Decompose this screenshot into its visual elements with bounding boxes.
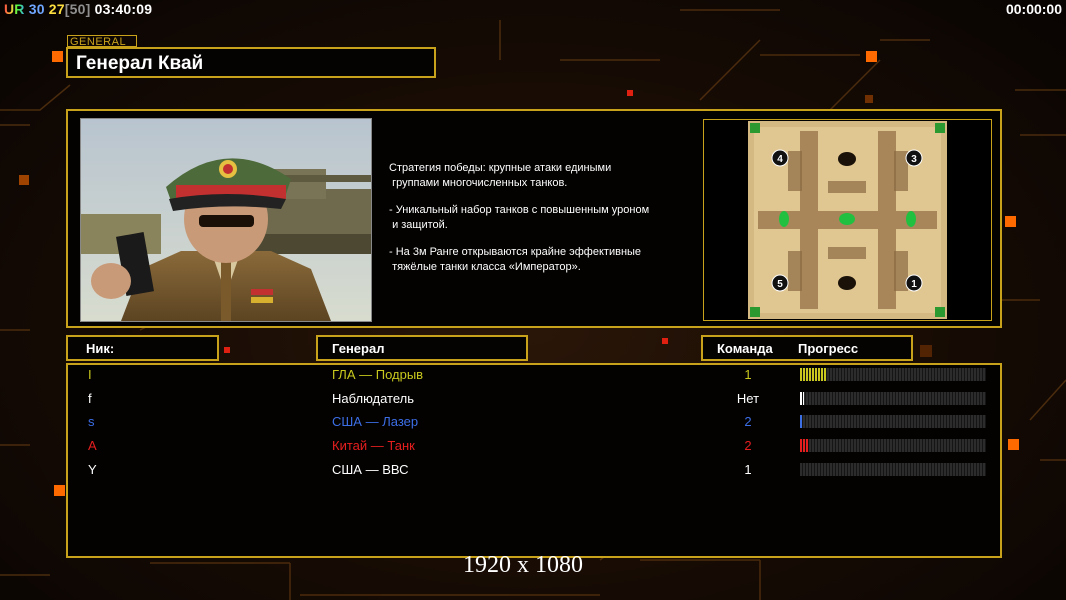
map-start-slot: 1 bbox=[905, 274, 923, 292]
column-header-nick-label: Ник: bbox=[86, 341, 115, 356]
column-header-general: Генерал bbox=[316, 335, 528, 361]
hud-fps-cap: [50] bbox=[64, 1, 91, 17]
map-slot-label: 5 bbox=[777, 279, 783, 290]
player-progress-fill bbox=[800, 368, 827, 381]
hud-ping: 30 bbox=[28, 1, 45, 17]
map-start-slot: 3 bbox=[905, 149, 923, 167]
strategy-line: - Уникальный набор танков с повышенным у… bbox=[389, 204, 650, 231]
map-start-slot: 4 bbox=[771, 149, 789, 167]
player-general: США — ВВС bbox=[332, 462, 409, 477]
player-nick: A bbox=[88, 438, 97, 453]
player-nick: I bbox=[88, 367, 92, 382]
map-slot-label: 3 bbox=[911, 154, 917, 165]
column-header-team-label: Команда bbox=[717, 341, 773, 356]
player-row: f Наблюдатель Нет bbox=[68, 389, 1004, 409]
resolution-watermark: 1920 x 1080 bbox=[463, 552, 583, 578]
player-general: Китай — Танк bbox=[332, 438, 415, 453]
hud-timer: 00:00:00 bbox=[1005, 1, 1062, 17]
player-row: Y США — ВВС 1 bbox=[68, 460, 1004, 480]
column-header-general-label: Генерал bbox=[332, 341, 385, 356]
general-title: Генерал Квай bbox=[76, 53, 204, 74]
player-progress-bar bbox=[800, 368, 986, 381]
player-row: I ГЛА — Подрыв 1 bbox=[68, 365, 1004, 385]
hud-clock: 03:40:09 bbox=[94, 1, 153, 17]
player-row: A Китай — Танк 2 bbox=[68, 436, 1004, 456]
map-preview: 4 3 5 1 bbox=[748, 121, 947, 319]
player-progress-bar bbox=[800, 392, 986, 405]
strategy-line: Стратегия победы: крупные атаки едиными … bbox=[389, 162, 612, 189]
strategy-description: Стратегия победы: крупные атаки едиными … bbox=[389, 161, 694, 287]
column-header-progress-label: Прогресс bbox=[798, 341, 859, 356]
hud-fps: 27 bbox=[48, 1, 65, 17]
player-nick: s bbox=[88, 414, 95, 429]
player-team: 2 bbox=[744, 438, 752, 453]
strategy-line: - На 3м Ранге открываются крайне эффекти… bbox=[389, 246, 642, 273]
map-slot-label: 4 bbox=[777, 154, 783, 165]
player-progress-fill bbox=[800, 392, 804, 405]
general-tag: GENERAL bbox=[67, 35, 137, 48]
map-preview-frame: 4 3 5 1 bbox=[703, 119, 992, 321]
player-row: s США — Лазер 2 bbox=[68, 412, 1004, 432]
players-panel: I ГЛА — Подрыв 1 f Наблюдатель Нет s США… bbox=[66, 363, 1002, 558]
hud-stats: UR 30 27[50] 03:40:09 bbox=[4, 1, 152, 17]
player-team: Нет bbox=[736, 391, 760, 406]
player-nick: Y bbox=[88, 462, 97, 477]
player-general: Наблюдатель bbox=[332, 391, 415, 406]
map-slot-label: 1 bbox=[911, 279, 917, 290]
general-title-box: Генерал Квай bbox=[66, 47, 436, 78]
hud-faction-code: UR bbox=[4, 1, 25, 17]
player-progress-bar bbox=[800, 439, 986, 452]
player-team: 1 bbox=[744, 367, 752, 382]
player-progress-fill bbox=[800, 439, 810, 452]
player-progress-bar bbox=[800, 415, 986, 428]
column-header-nick: Ник: bbox=[66, 335, 219, 361]
player-progress-fill bbox=[800, 415, 802, 428]
player-general: США — Лазер bbox=[332, 414, 419, 429]
player-team: 2 bbox=[744, 414, 752, 429]
column-header-team-progress: Команда Прогресс bbox=[701, 335, 913, 361]
general-portrait bbox=[80, 118, 372, 322]
map-start-slot: 5 bbox=[771, 274, 789, 292]
player-nick: f bbox=[88, 391, 92, 406]
player-general: ГЛА — Подрыв bbox=[332, 367, 424, 382]
player-team: 1 bbox=[744, 462, 752, 477]
player-progress-bar bbox=[800, 463, 986, 476]
